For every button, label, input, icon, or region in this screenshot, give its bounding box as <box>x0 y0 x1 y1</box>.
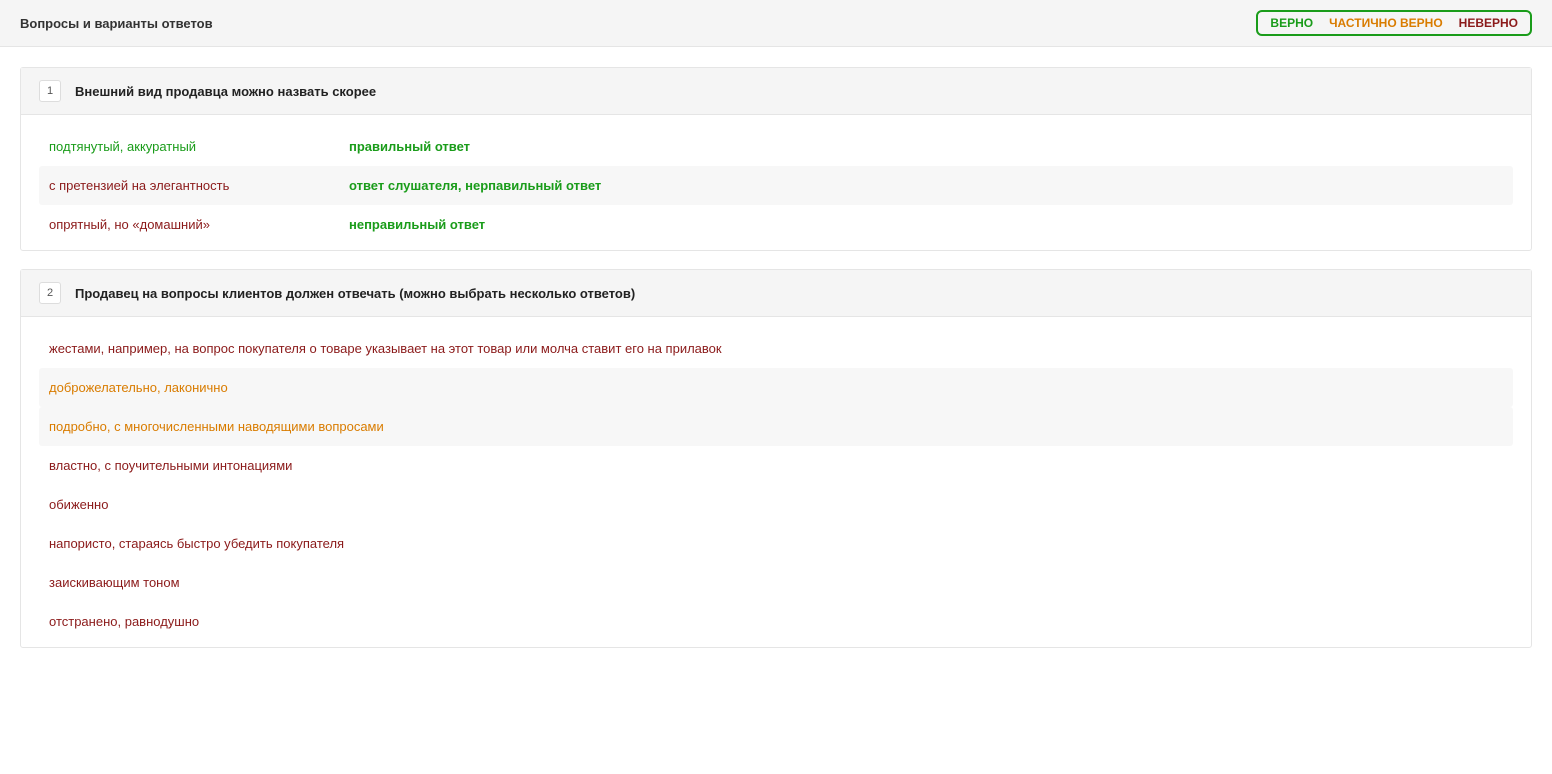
answer-row: опрятный, но «домашний» неправильный отв… <box>39 205 1513 244</box>
answer-note: правильный ответ <box>349 139 470 154</box>
answer-row: подтянутый, аккуратный правильный ответ <box>39 127 1513 166</box>
answer-text: заискивающим тоном <box>49 575 1503 590</box>
question-text: Продавец на вопросы клиентов должен отве… <box>75 286 635 301</box>
answer-row: подробно, с многочисленными наводящими в… <box>39 407 1513 446</box>
answer-text: жестами, например, на вопрос покупателя … <box>49 341 1503 356</box>
answers-list: подтянутый, аккуратный правильный ответ … <box>21 115 1531 250</box>
legend-correct: ВЕРНО <box>1270 16 1313 30</box>
answer-row: заискивающим тоном <box>39 563 1513 602</box>
answer-text: властно, с поучительными интонациями <box>49 458 1503 473</box>
answer-row: напористо, стараясь быстро убедить покуп… <box>39 524 1513 563</box>
answers-list: жестами, например, на вопрос покупателя … <box>21 317 1531 647</box>
page-header: Вопросы и варианты ответов ВЕРНО ЧАСТИЧН… <box>0 0 1552 47</box>
answer-row: с претензией на элегантность ответ слуша… <box>39 166 1513 205</box>
question-text: Внешний вид продавца можно назвать скоре… <box>75 84 376 99</box>
answer-text: обиженно <box>49 497 1503 512</box>
answer-row: отстранено, равнодушно <box>39 602 1513 641</box>
question-block: 1 Внешний вид продавца можно назвать ско… <box>20 67 1532 251</box>
answer-row: доброжелательно, лаконично <box>39 368 1513 407</box>
answer-row: властно, с поучительными интонациями <box>39 446 1513 485</box>
legend-box: ВЕРНО ЧАСТИЧНО ВЕРНО НЕВЕРНО <box>1256 10 1532 36</box>
legend-wrong: НЕВЕРНО <box>1459 16 1518 30</box>
answer-row: обиженно <box>39 485 1513 524</box>
answer-text: напористо, стараясь быстро убедить покуп… <box>49 536 1503 551</box>
question-block: 2 Продавец на вопросы клиентов должен от… <box>20 269 1532 648</box>
question-number: 1 <box>39 80 61 102</box>
question-number: 2 <box>39 282 61 304</box>
answer-note: неправильный ответ <box>349 217 485 232</box>
answer-text: с претензией на элегантность <box>49 178 349 193</box>
answer-text: подробно, с многочисленными наводящими в… <box>49 419 1503 434</box>
answer-text: доброжелательно, лаконично <box>49 380 1503 395</box>
content-area: 1 Внешний вид продавца можно назвать ско… <box>0 47 1552 686</box>
page-title: Вопросы и варианты ответов <box>20 16 213 31</box>
legend-partial: ЧАСТИЧНО ВЕРНО <box>1329 16 1443 30</box>
question-head: 2 Продавец на вопросы клиентов должен от… <box>21 270 1531 317</box>
answer-text: подтянутый, аккуратный <box>49 139 349 154</box>
answer-note: ответ слушателя, нерпавильный ответ <box>349 178 601 193</box>
answer-row: жестами, например, на вопрос покупателя … <box>39 329 1513 368</box>
answer-text: отстранено, равнодушно <box>49 614 1503 629</box>
question-head: 1 Внешний вид продавца можно назвать ско… <box>21 68 1531 115</box>
answer-text: опрятный, но «домашний» <box>49 217 349 232</box>
